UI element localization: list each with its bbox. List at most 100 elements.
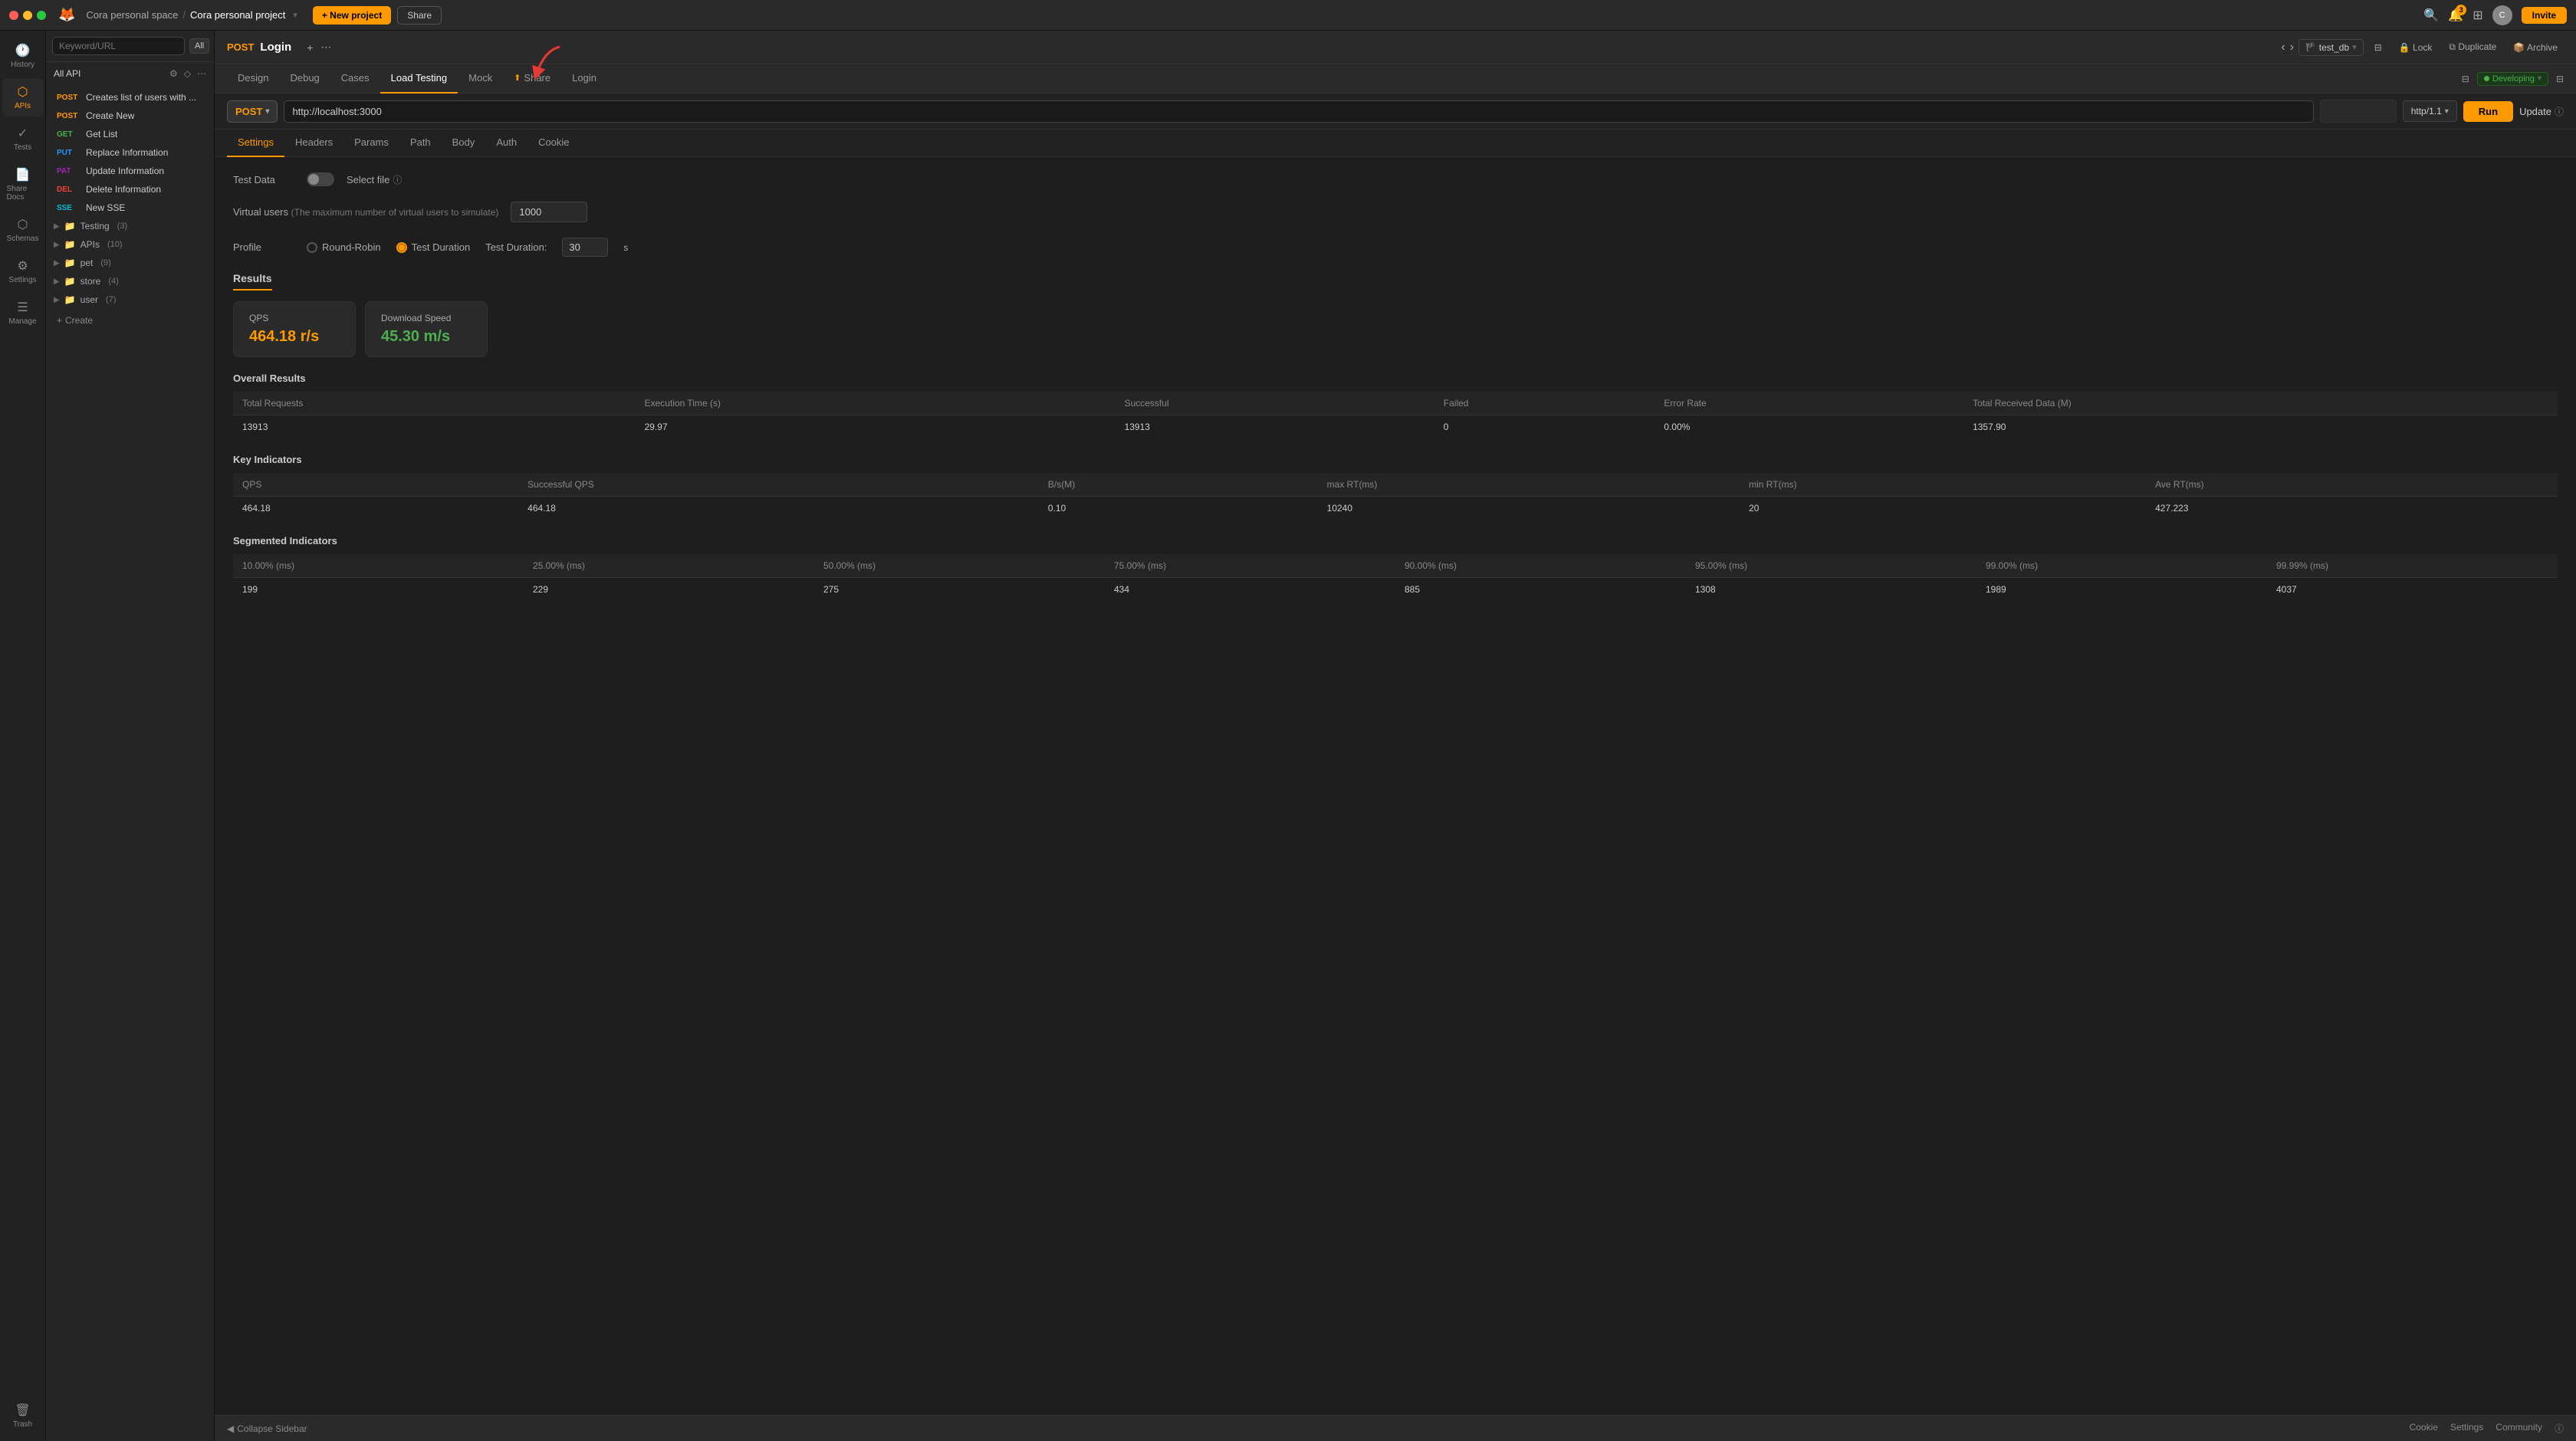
archive-button[interactable]: 📦 Archive bbox=[2507, 39, 2564, 56]
folder-item-testing[interactable]: ▶ 📁 Testing (3) bbox=[46, 217, 214, 235]
close-button[interactable] bbox=[9, 11, 18, 20]
notification-bell[interactable]: 🔔 3 bbox=[2448, 8, 2463, 23]
api-item[interactable]: DEL Delete Information bbox=[46, 180, 214, 199]
subtab-path[interactable]: Path bbox=[399, 130, 442, 157]
api-item[interactable]: SSE New SSE bbox=[46, 199, 214, 217]
folder-item-pet[interactable]: ▶ 📁 pet (9) bbox=[46, 254, 214, 272]
help-icon: ⓘ bbox=[2555, 105, 2564, 118]
settings-link[interactable]: Settings bbox=[2450, 1422, 2483, 1435]
filter-icon[interactable]: ⚙ bbox=[169, 68, 178, 79]
key-indicators-table: QPS Successful QPS B/s(M) max RT(ms) min… bbox=[233, 473, 2558, 520]
col-25pct: 25.00% (ms) bbox=[524, 554, 814, 578]
col-min-rt: min RT(ms) bbox=[1740, 473, 2146, 497]
app-logo: 🦊 bbox=[58, 7, 75, 23]
tab-mock[interactable]: Mock bbox=[458, 64, 503, 94]
create-button[interactable]: + Create bbox=[46, 309, 214, 332]
select-file-label: Select file bbox=[347, 174, 389, 185]
sidebar-item-share-docs[interactable]: 📄 Share Docs bbox=[2, 161, 44, 208]
subtab-params[interactable]: Params bbox=[343, 130, 399, 157]
add-tab-button[interactable]: + bbox=[307, 41, 313, 54]
info-icon[interactable]: ⓘ bbox=[2555, 1422, 2564, 1435]
filter-icon[interactable]: ⊟ bbox=[2462, 74, 2469, 84]
collapse-sidebar-button[interactable]: ◀ Collapse Sidebar bbox=[227, 1423, 307, 1434]
radio-round-robin[interactable]: Round-Robin bbox=[307, 241, 381, 253]
tab-login[interactable]: Login bbox=[561, 64, 607, 94]
search-icon[interactable]: 🔍 bbox=[2423, 8, 2439, 23]
profile-row: Profile Round-Robin Test Duration Test D… bbox=[233, 238, 2558, 257]
sidebar-item-history[interactable]: 🕐 History bbox=[2, 37, 44, 75]
tab-debug[interactable]: Debug bbox=[279, 64, 330, 94]
api-item[interactable]: POST Creates list of users with ... bbox=[46, 88, 214, 107]
invite-button[interactable]: Invite bbox=[2522, 7, 2567, 24]
sidebar-item-tests[interactable]: ✓ Tests bbox=[2, 120, 44, 158]
sidebar-item-manage[interactable]: ☰ Manage bbox=[2, 294, 44, 332]
layout-icon[interactable]: ⊞ bbox=[2472, 8, 2482, 23]
schemas-icon: ⬡ bbox=[18, 217, 28, 232]
url-input[interactable] bbox=[284, 100, 2313, 123]
columns-icon[interactable]: ⊟ bbox=[2556, 74, 2564, 84]
duplicate-button[interactable]: ⧉ Duplicate bbox=[2443, 38, 2502, 56]
tab-load-testing[interactable]: Load Testing bbox=[380, 64, 458, 94]
folder-icon: 📁 bbox=[64, 258, 76, 268]
api-item[interactable]: PUT Replace Information bbox=[46, 143, 214, 162]
cell-90pct: 885 bbox=[1395, 578, 1686, 602]
community-link[interactable]: Community bbox=[2496, 1422, 2542, 1435]
test-duration-input[interactable] bbox=[562, 238, 608, 257]
sidebar-item-apis[interactable]: ⬡ APIs bbox=[2, 78, 44, 117]
test-data-toggle[interactable] bbox=[307, 172, 334, 186]
update-button[interactable]: Update ⓘ bbox=[2519, 105, 2564, 118]
run-button[interactable]: Run bbox=[2463, 101, 2513, 122]
tab-share[interactable]: ⬆ Share bbox=[503, 64, 561, 94]
api-item[interactable]: GET Get List bbox=[46, 125, 214, 143]
minimize-button[interactable] bbox=[23, 11, 32, 20]
api-item[interactable]: POST Create New bbox=[46, 107, 214, 125]
archive-icon: 📦 bbox=[2513, 42, 2525, 53]
search-input[interactable] bbox=[52, 37, 185, 55]
subtab-body[interactable]: Body bbox=[442, 130, 486, 157]
virtual-users-input[interactable] bbox=[511, 202, 587, 222]
sidebar-item-schemas[interactable]: ⬡ Schemas bbox=[2, 211, 44, 249]
subtab-auth[interactable]: Auth bbox=[485, 130, 527, 157]
subtab-headers[interactable]: Headers bbox=[284, 130, 343, 157]
folder-item-apis[interactable]: ▶ 📁 APIs (10) bbox=[46, 235, 214, 254]
method-filter[interactable]: All bbox=[189, 38, 209, 54]
nav-forward-button[interactable]: › bbox=[2290, 41, 2294, 54]
chevron-left-icon: ◀ bbox=[227, 1423, 234, 1434]
chevron-down-icon[interactable]: ▾ bbox=[293, 10, 297, 20]
more-icon[interactable]: ⋯ bbox=[197, 68, 206, 79]
folder-item-store[interactable]: ▶ 📁 store (4) bbox=[46, 272, 214, 290]
subtab-settings[interactable]: Settings bbox=[227, 130, 284, 157]
folder-item-user[interactable]: ▶ 📁 user (7) bbox=[46, 290, 214, 309]
db-selector[interactable]: 🏴 test_db ▾ bbox=[2298, 39, 2364, 56]
cookie-link[interactable]: Cookie bbox=[2410, 1422, 2438, 1435]
lock-button[interactable]: 🔒 Lock bbox=[2393, 39, 2439, 56]
sidebar-item-settings[interactable]: ⚙ Settings bbox=[2, 252, 44, 290]
breadcrumb: Cora personal space / Cora personal proj… bbox=[86, 9, 297, 21]
maximize-button[interactable] bbox=[37, 11, 46, 20]
bottom-bar: ◀ Collapse Sidebar Cookie Settings Commu… bbox=[215, 1415, 2576, 1441]
nav-back-button[interactable]: ‹ bbox=[2281, 41, 2285, 54]
share-button[interactable]: Share bbox=[397, 6, 442, 25]
expand-icon[interactable]: ◇ bbox=[184, 68, 191, 79]
tab-design[interactable]: Design bbox=[227, 64, 279, 94]
more-options-button[interactable]: ⋯ bbox=[320, 41, 331, 54]
subtab-cookie[interactable]: Cookie bbox=[527, 130, 580, 157]
tab-cases[interactable]: Cases bbox=[330, 64, 380, 94]
new-project-button[interactable]: + New project bbox=[313, 6, 391, 25]
collapse-label: Collapse Sidebar bbox=[237, 1423, 307, 1434]
layout-toggle-button[interactable]: ⊟ bbox=[2368, 39, 2388, 56]
method-selector[interactable]: POST ▾ bbox=[227, 100, 278, 123]
sidebar-item-trash[interactable]: 🗑 Trash bbox=[2, 1397, 44, 1435]
select-file-button[interactable]: Select file ⓘ bbox=[347, 173, 402, 186]
radio-test-duration[interactable]: Test Duration bbox=[396, 241, 471, 253]
api-item[interactable]: PAT Update Information bbox=[46, 162, 214, 180]
results-section: Results QPS 464.18 r/s Download Speed 45… bbox=[233, 272, 2558, 601]
http-version-selector[interactable]: http/1.1 ▾ bbox=[2403, 100, 2457, 122]
profile-options: Round-Robin Test Duration Test Duration:… bbox=[307, 238, 628, 257]
env-selector[interactable]: Developing ▾ bbox=[2477, 72, 2548, 86]
avatar[interactable]: C bbox=[2492, 5, 2512, 25]
col-successful: Successful bbox=[1116, 392, 1434, 415]
main-content: POST Login + ⋯ ‹ › 🏴 test_db ▾ ⊟ 🔒 Lock bbox=[215, 31, 2576, 1441]
test-duration-label: Test Duration: bbox=[485, 241, 547, 253]
bottom-right: Cookie Settings Community ⓘ bbox=[2410, 1422, 2564, 1435]
